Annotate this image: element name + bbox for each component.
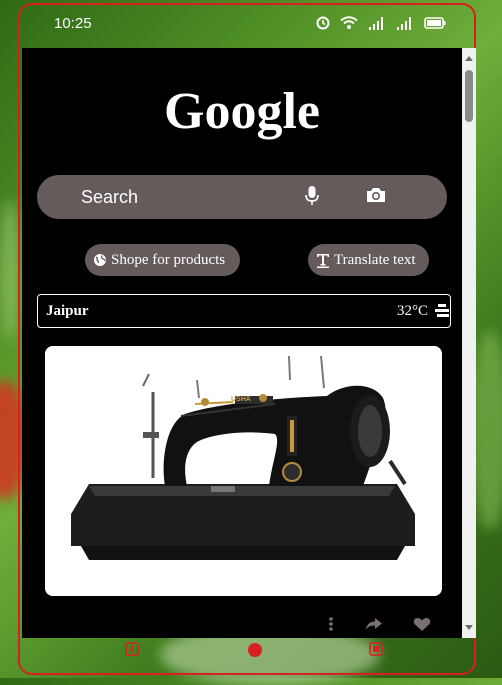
card-actions xyxy=(22,614,462,636)
scroll-up-arrow-icon[interactable] xyxy=(465,56,473,61)
status-time: 10:25 xyxy=(54,15,92,32)
shop-products-chip[interactable]: Shope for products xyxy=(85,244,240,276)
globe-icon xyxy=(94,254,106,266)
camera-icon[interactable] xyxy=(365,186,387,204)
wallpaper-foliage xyxy=(0,200,20,340)
text-icon xyxy=(317,253,329,268)
share-icon[interactable] xyxy=(365,617,383,631)
product-card[interactable]: USHA xyxy=(45,346,442,596)
signal-icon xyxy=(369,17,383,30)
status-icons xyxy=(316,16,446,30)
heart-icon[interactable] xyxy=(413,617,431,632)
weather-city: Jaipur xyxy=(46,303,89,319)
scroll-thumb[interactable] xyxy=(465,70,473,122)
scroll-down-arrow-icon[interactable] xyxy=(465,625,473,630)
navigation-bar xyxy=(20,638,474,662)
weather-temperature: 32°C xyxy=(396,303,428,319)
fog-icon xyxy=(435,304,449,317)
mic-icon[interactable] xyxy=(305,185,319,207)
browser-screen: Google Search Shope for products Transla… xyxy=(22,48,462,638)
status-bar: 10:25 xyxy=(20,6,474,40)
brand-text: USHA xyxy=(231,396,251,403)
home-button[interactable] xyxy=(246,641,264,659)
vertical-scrollbar[interactable] xyxy=(462,48,476,638)
translate-text-chip[interactable]: Translate text xyxy=(308,244,429,276)
weather-card[interactable]: Jaipur 32°C xyxy=(37,294,451,328)
signal-icon xyxy=(397,17,411,30)
sewing-machine-image: USHA xyxy=(45,346,442,596)
translate-text-label: Translate text xyxy=(334,251,416,268)
wifi-icon xyxy=(340,16,358,29)
recents-button[interactable] xyxy=(368,641,384,657)
search-bar[interactable]: Search xyxy=(37,175,447,219)
battery-icon xyxy=(424,17,446,29)
google-logo: Google xyxy=(164,83,320,140)
alarm-icon xyxy=(316,16,330,30)
search-placeholder: Search xyxy=(81,187,139,207)
shop-products-label: Shope for products xyxy=(111,251,226,268)
back-button[interactable] xyxy=(124,641,140,657)
more-icon[interactable] xyxy=(328,616,334,632)
